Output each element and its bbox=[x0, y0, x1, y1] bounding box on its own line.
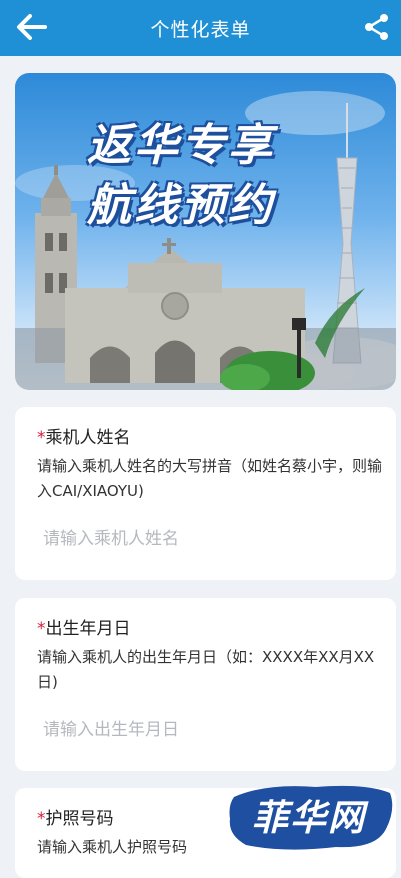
form-field-birth-date: *出生年月日 请输入乘机人的出生年月日（如：XXXX年XX月XX日) bbox=[15, 598, 396, 771]
field-label-text: 乘机人姓名 bbox=[45, 428, 131, 448]
field-label: *出生年月日 bbox=[37, 614, 131, 639]
required-mark: * bbox=[37, 428, 46, 448]
banner-headline-1: 返华专享 bbox=[87, 120, 275, 171]
passenger-name-input[interactable] bbox=[37, 524, 389, 554]
field-label-text: 护照号码 bbox=[45, 809, 114, 829]
promo-banner: 返华专享 航线预约 bbox=[15, 73, 396, 390]
required-mark: * bbox=[37, 809, 46, 829]
page-title: 个性化表单 bbox=[150, 18, 251, 41]
watermark-logo: 菲华网 bbox=[226, 779, 396, 855]
field-label: *护照号码 bbox=[37, 804, 114, 829]
field-label: *乘机人姓名 bbox=[37, 423, 131, 448]
form-field-passenger-name: *乘机人姓名 请输入乘机人姓名的大写拼音（如姓名蔡小宇，则输入CAI/XIAOY… bbox=[15, 407, 396, 580]
top-bar: 个性化表单 bbox=[0, 0, 401, 56]
field-label-text: 出生年月日 bbox=[45, 619, 131, 639]
share-icon[interactable] bbox=[363, 12, 391, 42]
field-description: 请输入乘机人姓名的大写拼音（如姓名蔡小宇，则输入CAI/XIAOYU) bbox=[37, 457, 383, 500]
watermark-text: 菲华网 bbox=[252, 797, 367, 839]
birth-date-input[interactable] bbox=[37, 715, 389, 745]
field-description: 请输入乘机人的出生年月日（如：XXXX年XX月XX日) bbox=[37, 648, 375, 691]
arrow-left-icon[interactable] bbox=[14, 12, 48, 42]
banner-headline-2: 航线预约 bbox=[87, 180, 275, 231]
required-mark: * bbox=[37, 619, 46, 639]
